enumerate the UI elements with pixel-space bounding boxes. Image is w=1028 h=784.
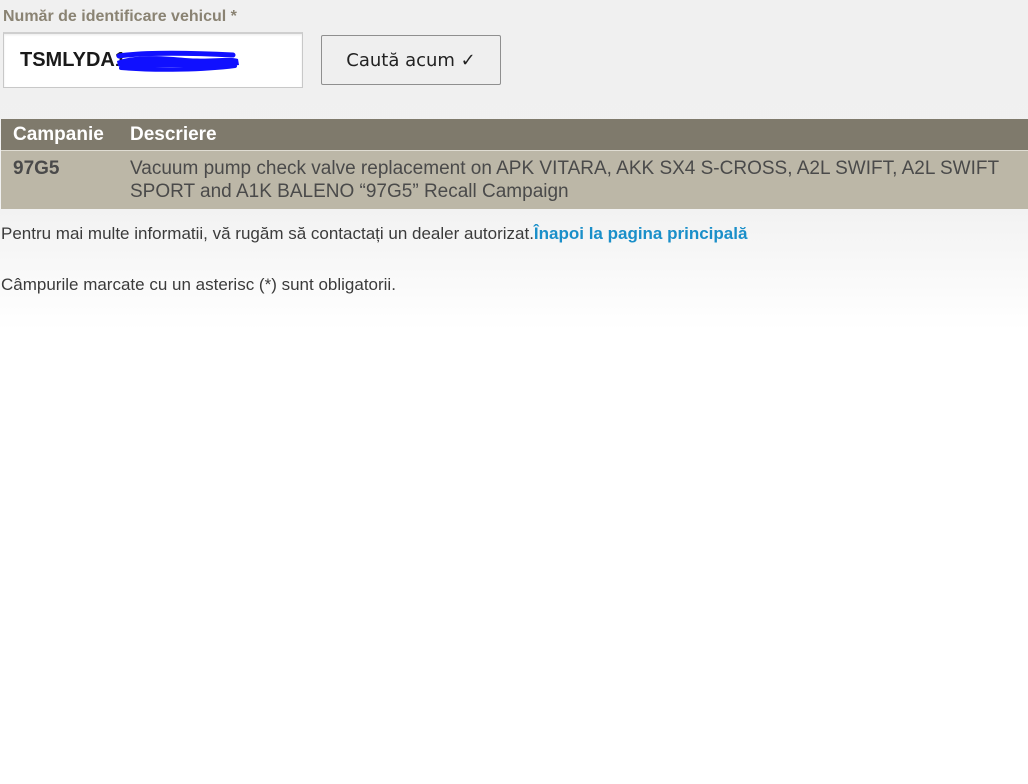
- required-fields-note: Câmpurile marcate cu un asterisc (*) sun…: [1, 275, 396, 294]
- home-link[interactable]: Înapoi la pagina principală: [534, 224, 748, 243]
- table-row: 97G5 Vacuum pump check valve replacement…: [1, 150, 1028, 209]
- results-table: Campanie Descriere 97G5 Vacuum pump chec…: [1, 119, 1028, 209]
- vin-input[interactable]: [3, 32, 303, 88]
- campaign-code: 97G5: [1, 150, 118, 209]
- column-header-campaign: Campanie: [1, 119, 118, 151]
- column-header-description: Descriere: [118, 119, 1028, 151]
- info-text: Pentru mai multe informatii, vă rugăm să…: [1, 224, 534, 243]
- search-button[interactable]: Caută acum ✓: [321, 35, 501, 85]
- table-header-row: Campanie Descriere: [1, 119, 1028, 151]
- campaign-description: Vacuum pump check valve replacement on A…: [118, 150, 1028, 209]
- vin-label: Număr de identificare vehicul *: [3, 8, 237, 25]
- info-line: Pentru mai multe informatii, vă rugăm să…: [1, 224, 747, 244]
